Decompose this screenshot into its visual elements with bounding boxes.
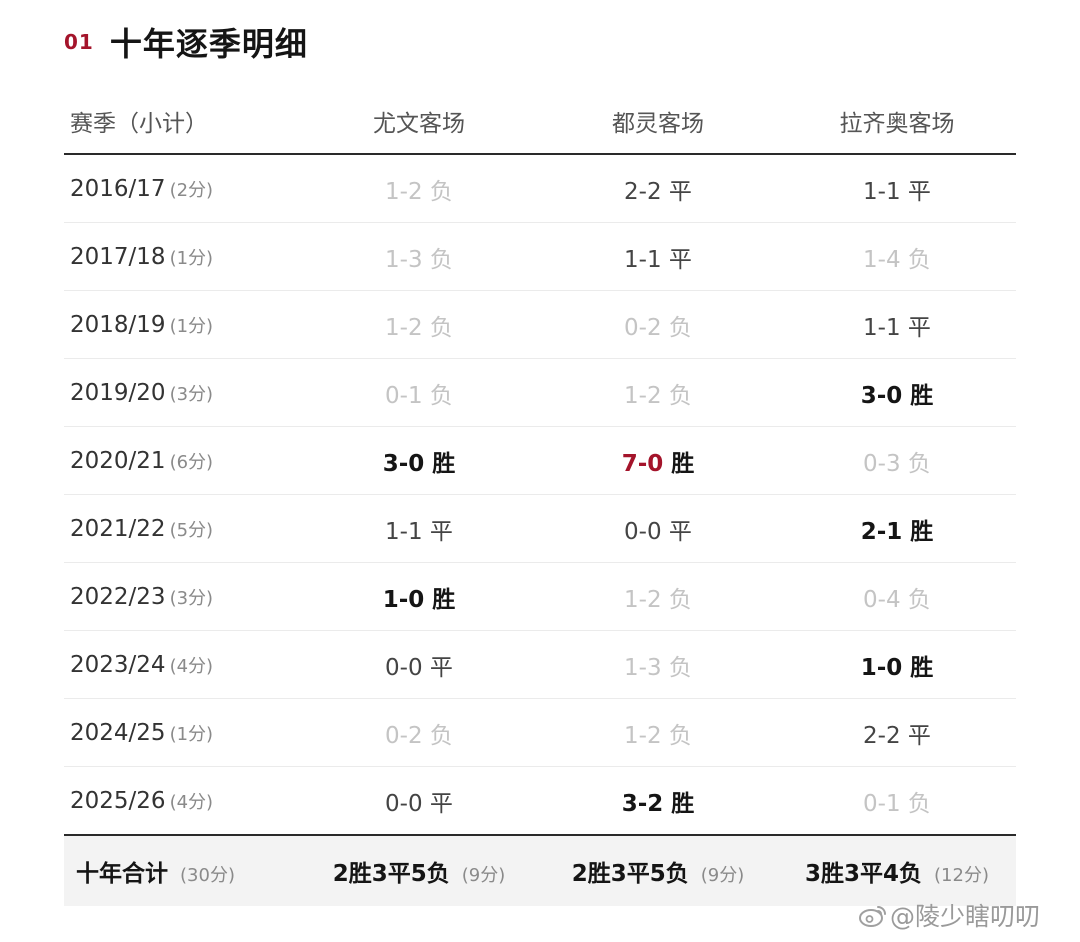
torino-result-cell: 1-3 负 <box>624 654 692 681</box>
season-points: (2分) <box>169 179 214 201</box>
season-label: 2018/19 <box>70 311 166 338</box>
total-points: (30分) <box>180 865 235 886</box>
season-cell: 2020/21 (6分) <box>64 448 300 474</box>
table-header-row: 赛季（小计） 尤文客场 都灵客场 拉齐奥客场 <box>64 88 1016 155</box>
season-points: (4分) <box>169 655 214 677</box>
lazio-result-cell: 1-1 平 <box>863 314 931 341</box>
column-header-torino-away: 都灵客场 <box>612 110 704 137</box>
lazio-result-cell: 0-4 负 <box>863 586 931 613</box>
lazio-result-cell: 0-1 负 <box>863 790 931 817</box>
lazio-result-cell: 2-2 平 <box>863 722 931 749</box>
season-points: (5分) <box>169 519 214 541</box>
season-label: 2019/20 <box>70 379 166 406</box>
season-cell: 2021/22 (5分) <box>64 516 300 542</box>
season-label: 2024/25 <box>70 719 166 746</box>
season-label: 2021/22 <box>70 515 166 542</box>
table-row: 2025/26 (4分) 0-0 平 3-2 胜 0-1 负 <box>64 767 1016 834</box>
total-record: 2胜3平5负 <box>332 861 450 887</box>
juventus-result-cell: 1-1 平 <box>385 518 453 545</box>
torino-result-cell: 1-2 负 <box>624 382 692 409</box>
season-cell: 2018/19 (1分) <box>64 312 300 338</box>
season-points: (3分) <box>169 383 214 405</box>
juventus-result-cell: 0-1 负 <box>385 382 453 409</box>
season-label: 2017/18 <box>70 243 166 270</box>
column-header-lazio-away: 拉齐奥客场 <box>839 110 955 137</box>
table-row: 2019/20 (3分) 0-1 负 1-2 负 3-0 胜 <box>64 359 1016 427</box>
lazio-result-cell: 1-0 胜 <box>860 654 934 681</box>
total-lazio-cell: 3胜3平4负 (12分) <box>778 854 1016 888</box>
table-body: 2016/17 (2分) 1-2 负 2-2 平 1-1 平 2017/18 (1分) 1-3… <box>64 155 1016 834</box>
total-record: 3胜3平4负 <box>805 861 923 887</box>
torino-result-cell: 0-0 平 <box>624 518 692 545</box>
season-points: (4分) <box>169 791 214 813</box>
season-label: 2022/23 <box>70 583 166 610</box>
juventus-result-cell: 0-0 平 <box>385 790 453 817</box>
table-row: 2021/22 (5分) 1-1 平 0-0 平 2-1 胜 <box>64 495 1016 563</box>
season-cell: 2022/23 (3分) <box>64 584 300 610</box>
torino-result-cell: 1-2 负 <box>624 586 692 613</box>
lazio-result-cell: 2-1 胜 <box>860 518 934 545</box>
total-record-points: (12分) <box>934 865 989 886</box>
watermark-text: @陵少瞎叨叨 <box>890 902 1041 931</box>
total-label: 十年合计 <box>76 861 168 887</box>
juventus-result-cell: 1-2 负 <box>385 178 453 205</box>
total-record: 2胜3平5负 <box>571 861 689 887</box>
total-label-cell: 十年合计 (30分) <box>64 854 300 888</box>
section-header: 01 十年逐季明细 <box>64 18 308 66</box>
torino-result-cell: 0-2 负 <box>624 314 692 341</box>
table-row: 2017/18 (1分) 1-3 负 1-1 平 1-4 负 <box>64 223 1016 291</box>
juventus-result-cell: 1-2 负 <box>385 314 453 341</box>
total-record-points: (9分) <box>461 865 506 886</box>
total-record-points: (9分) <box>700 865 745 886</box>
lazio-result-cell: 3-0 胜 <box>860 382 934 409</box>
table-row: 2024/25 (1分) 0-2 负 1-2 负 2-2 平 <box>64 699 1016 767</box>
result-label: 胜 <box>671 450 695 477</box>
lazio-result-cell: 1-4 负 <box>863 246 931 273</box>
season-cell: 2023/24 (4分) <box>64 652 300 678</box>
juventus-result-cell: 1-3 负 <box>385 246 453 273</box>
season-cell: 2016/17 (2分) <box>64 176 300 202</box>
torino-result-cell: 7-0 胜 <box>538 444 778 478</box>
page-title: 十年逐季明细 <box>109 25 308 63</box>
season-points: (1分) <box>169 723 214 745</box>
table-row: 2022/23 (3分) 1-0 胜 1-2 负 0-4 负 <box>64 563 1016 631</box>
juventus-result-cell: 0-2 负 <box>385 722 453 749</box>
total-torino-cell: 2胜3平5负 (9分) <box>538 854 778 888</box>
season-cell: 2024/25 (1分) <box>64 720 300 746</box>
season-points: (3分) <box>169 587 214 609</box>
juventus-result-cell: 1-0 胜 <box>382 586 456 613</box>
torino-result-cell: 3-2 胜 <box>621 790 695 817</box>
juventus-result-cell: 3-0 胜 <box>382 450 456 477</box>
weibo-icon <box>859 906 886 927</box>
section-number: 01 <box>64 30 94 54</box>
score: 7-0 <box>621 450 664 477</box>
season-cell: 2017/18 (1分) <box>64 244 300 270</box>
table-row: 2023/24 (4分) 0-0 平 1-3 负 1-0 胜 <box>64 631 1016 699</box>
season-label: 2016/17 <box>70 175 166 202</box>
torino-result-cell: 1-2 负 <box>624 722 692 749</box>
season-cell: 2025/26 (4分) <box>64 788 300 814</box>
torino-result-cell: 2-2 平 <box>624 178 692 205</box>
watermark: @陵少瞎叨叨 <box>858 896 1040 934</box>
season-points: (1分) <box>169 315 214 337</box>
table-row: 2018/19 (1分) 1-2 负 0-2 负 1-1 平 <box>64 291 1016 359</box>
season-points: (6分) <box>169 451 214 473</box>
column-header-juventus-away: 尤文客场 <box>373 110 465 137</box>
season-label: 2020/21 <box>70 447 166 474</box>
torino-result-cell: 1-1 平 <box>624 246 692 273</box>
lazio-result-cell: 1-1 平 <box>863 178 931 205</box>
season-label: 2023/24 <box>70 651 166 678</box>
lazio-result-cell: 0-3 负 <box>863 450 931 477</box>
total-juventus-cell: 2胜3平5负 (9分) <box>300 854 538 888</box>
table-row: 2016/17 (2分) 1-2 负 2-2 平 1-1 平 <box>64 155 1016 223</box>
juventus-result-cell: 0-0 平 <box>385 654 453 681</box>
column-header-season: 赛季（小计） <box>70 110 208 137</box>
season-results-table: 赛季（小计） 尤文客场 都灵客场 拉齐奥客场 2016/17 (2分) 1-2 负2… <box>64 88 1016 906</box>
season-label: 2025/26 <box>70 787 166 814</box>
table-row: 2020/21 (6分) 3-0 胜 7-0 胜 0-3 负 <box>64 427 1016 495</box>
season-cell: 2019/20 (3分) <box>64 380 300 406</box>
season-points: (1分) <box>169 247 214 269</box>
